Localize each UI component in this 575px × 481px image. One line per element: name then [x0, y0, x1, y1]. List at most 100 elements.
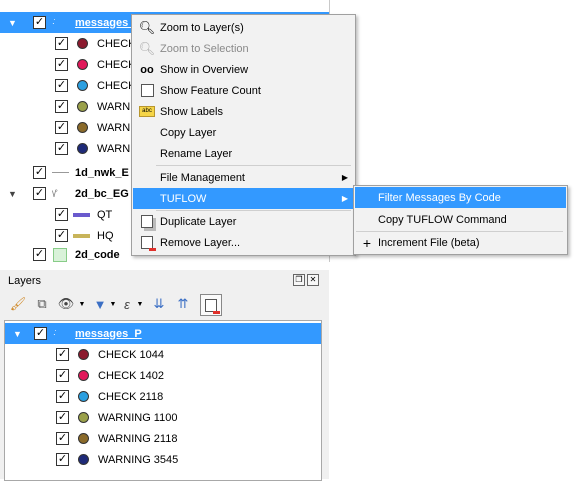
layer-checkbox[interactable]: ✓ [55, 37, 68, 50]
menu-item-tuflow[interactable]: TUFLOW ▶ [133, 188, 354, 209]
layer-checkbox[interactable]: ✓ [56, 390, 69, 403]
menu-item-label: Rename Layer [160, 147, 233, 160]
menu-item-show-in-overview[interactable]: oo Show in Overview [133, 59, 354, 80]
layer-checkbox[interactable]: ✓ [55, 121, 68, 134]
layer-item-row[interactable]: ✓ WARNING 1100 [5, 407, 321, 428]
group-label: messages_P [75, 327, 142, 340]
layer-checkbox[interactable]: ✓ [56, 369, 69, 382]
tuflow-submenu: Filter Messages By Code Copy TUFLOW Comm… [353, 185, 568, 255]
menu-item-label: Show in Overview [160, 63, 249, 76]
collapse-all-icon[interactable]: ⇈ [173, 294, 193, 314]
add-group-icon[interactable]: ⧉ [32, 294, 52, 314]
legend-label: CHECK [97, 58, 136, 71]
layer-checkbox[interactable]: ✓ [55, 58, 68, 71]
glasses-icon: oo [140, 63, 154, 76]
magnifier-icon: 🔍︎ [138, 40, 156, 56]
point-layer-icon: ∙˙ [52, 17, 56, 28]
legend-dot-icon [78, 412, 89, 423]
layer-checkbox[interactable]: ✓ [55, 79, 68, 92]
layer-checkbox[interactable]: ✓ [55, 142, 68, 155]
legend-dot-icon [77, 143, 88, 154]
menu-item-copy-layer[interactable]: Copy Layer [133, 122, 354, 143]
legend-label: WARNI [97, 100, 134, 113]
menu-item-label: Show Feature Count [160, 84, 261, 97]
menu-item-label: Remove Layer... [160, 236, 241, 249]
layer-item-row[interactable]: ✓ CHECK 1402 [5, 365, 321, 386]
legend-label: WARNI [97, 121, 134, 134]
remove-layer-icon[interactable] [200, 294, 222, 316]
legend-dot-icon [78, 433, 89, 444]
legend-dot-icon [77, 59, 88, 70]
checkbox-icon [139, 83, 155, 99]
layer-label: 2d_bc_EG [75, 187, 129, 200]
expand-all-icon[interactable]: ⇊ [149, 294, 169, 314]
legend-label: HQ [97, 229, 114, 242]
menu-item-label: Filter Messages By Code [378, 191, 501, 204]
menu-item-rename-layer[interactable]: Rename Layer [133, 143, 354, 164]
layer-checkbox[interactable]: ✓ [56, 432, 69, 445]
submenu-arrow-icon: ▶ [341, 173, 348, 182]
menu-item-remove-layer[interactable]: Remove Layer... [133, 232, 354, 253]
legend-dot-icon [78, 454, 89, 465]
menu-item-label: File Management [160, 171, 245, 184]
menu-item-show-labels[interactable]: abc Show Labels [133, 101, 354, 122]
style-brush-icon[interactable]: 🖌︎ [8, 294, 28, 314]
menu-separator [156, 165, 351, 166]
menu-item-label: TUFLOW [160, 192, 207, 205]
layer-checkbox[interactable]: ✓ [33, 16, 46, 29]
legend-swatch [73, 234, 90, 238]
legend-dot-icon [78, 349, 89, 360]
chevron-down-icon[interactable]: ▼ [130, 294, 150, 314]
legend-label: WARNING 2118 [98, 432, 178, 445]
layer-label: 2d_code [75, 248, 120, 261]
chevron-down-icon[interactable]: ▼ [72, 294, 92, 314]
legend-dot-icon [77, 101, 88, 112]
legend-dot-icon [77, 38, 88, 49]
menu-item-duplicate-layer[interactable]: Duplicate Layer [133, 211, 354, 232]
layer-item-row[interactable]: ✓ WARNING 2118 [5, 428, 321, 449]
legend-label: WARNI [97, 142, 134, 155]
legend-label: CHECK 2118 [98, 390, 164, 403]
collapse-arrow-icon[interactable]: ▼ [8, 18, 17, 28]
polygon-layer-icon [53, 248, 67, 262]
float-panel-icon[interactable]: ❐ [293, 274, 305, 286]
menu-item-increment-file[interactable]: + Increment File (beta) [355, 232, 566, 253]
group-row-messages[interactable]: ▼ ✓ ∙˙ messages_P [5, 323, 321, 344]
menu-item-zoom-to-layer[interactable]: 🔍︎ Zoom to Layer(s) [133, 17, 354, 38]
menu-item-label: Zoom to Selection [160, 42, 249, 55]
legend-label: WARNING 1100 [98, 411, 178, 424]
layer-checkbox[interactable]: ✓ [33, 187, 46, 200]
layer-checkbox[interactable]: ✓ [55, 229, 68, 242]
collapse-arrow-icon[interactable]: ▼ [13, 329, 22, 339]
layer-checkbox[interactable]: ✓ [55, 100, 68, 113]
collapse-arrow-icon[interactable]: ▼ [8, 189, 17, 199]
layer-item-row[interactable]: ✓ CHECK 2118 [5, 386, 321, 407]
menu-item-zoom-to-selection[interactable]: 🔍︎ Zoom to Selection [133, 38, 354, 59]
submenu-arrow-icon: ▶ [341, 194, 348, 203]
layer-checkbox[interactable]: ✓ [33, 166, 46, 179]
layers-panel: Layers ❐ ✕ 🖌︎ ⧉ 👁︎ ▼ ▼ ▼ ε ▼ ⇊ ⇈ ▼ ✓ ∙˙ … [0, 270, 329, 481]
layer-checkbox[interactable]: ✓ [56, 453, 69, 466]
menu-item-show-feature-count[interactable]: Show Feature Count [133, 80, 354, 101]
legend-label: CHECK [97, 37, 136, 50]
menu-item-label: Increment File (beta) [378, 236, 480, 249]
legend-dot-icon [77, 122, 88, 133]
layer-checkbox[interactable]: ✓ [34, 327, 47, 340]
layer-checkbox[interactable]: ✓ [33, 248, 46, 261]
legend-label: WARNING 3545 [98, 453, 179, 466]
menu-item-filter-messages[interactable]: Filter Messages By Code [355, 187, 566, 208]
legend-label: CHECK 1402 [98, 369, 165, 382]
menu-item-copy-tuflow-command[interactable]: Copy TUFLOW Command [355, 209, 566, 230]
menu-item-label: Show Labels [160, 105, 223, 118]
legend-dot-icon [78, 391, 89, 402]
menu-item-file-management[interactable]: File Management ▶ [133, 167, 354, 188]
layer-checkbox[interactable]: ✓ [56, 348, 69, 361]
close-icon[interactable]: ✕ [307, 274, 319, 286]
layer-checkbox[interactable]: ✓ [55, 208, 68, 221]
layer-checkbox[interactable]: ✓ [56, 411, 69, 424]
layer-item-row[interactable]: ✓ CHECK 1044 [5, 344, 321, 365]
panel-title: Layers [8, 275, 42, 287]
menu-item-label: Duplicate Layer [160, 215, 237, 228]
layer-item-row[interactable]: ✓ WARNING 3545 [5, 449, 321, 470]
legend-dot-icon [77, 80, 88, 91]
